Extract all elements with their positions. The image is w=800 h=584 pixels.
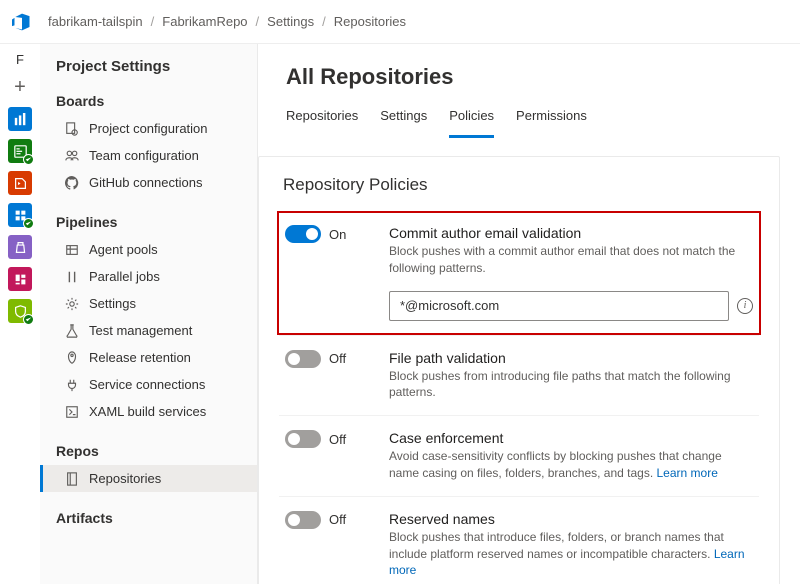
breadcrumb-item[interactable]: Repositories <box>334 14 406 29</box>
learn-more-link[interactable]: Learn more <box>657 466 718 480</box>
email-pattern-input[interactable] <box>389 291 729 321</box>
sidebar-item-team-configuration[interactable]: Team configuration <box>40 142 257 169</box>
sidebar-group-heading: Boards <box>56 93 241 109</box>
toggle-file-path-validation[interactable] <box>285 350 321 368</box>
sidebar-title: Project Settings <box>56 58 241 75</box>
sidebar-item-xaml-build-services[interactable]: XAML build services <box>40 398 257 425</box>
github-icon <box>64 175 79 190</box>
policy-title: Case enforcement <box>389 430 753 446</box>
testplans-icon[interactable] <box>8 139 32 163</box>
sidebar-item-label: GitHub connections <box>89 175 202 190</box>
policy-title: Commit author email validation <box>389 225 753 241</box>
toggle-label: On <box>329 227 346 242</box>
toggle-reserved-names[interactable] <box>285 511 321 529</box>
sidebar-group-heading: Pipelines <box>56 214 241 230</box>
sidebar-item-release-retention[interactable]: Release retention <box>40 344 257 371</box>
toggle-label: Off <box>329 432 346 447</box>
tab-repositories[interactable]: Repositories <box>286 102 358 138</box>
sidebar-item-label: Parallel jobs <box>89 269 160 284</box>
page-title: All Repositories <box>286 64 772 90</box>
pool-icon <box>64 242 79 257</box>
shield-icon[interactable] <box>8 299 32 323</box>
gear-icon <box>64 296 79 311</box>
toggle-label: Off <box>329 351 346 366</box>
toggle-case-enforcement[interactable] <box>285 430 321 448</box>
sidebar-item-parallel-jobs[interactable]: Parallel jobs <box>40 263 257 290</box>
plug-icon <box>64 377 79 392</box>
office-icon[interactable] <box>8 171 32 195</box>
main: All Repositories Repositories Settings P… <box>258 44 800 584</box>
toggle-commit-author-email[interactable] <box>285 225 321 243</box>
boards-icon[interactable] <box>8 107 32 131</box>
policy-description: Block pushes from introducing file paths… <box>389 368 753 402</box>
sidebar-item-settings[interactable]: Settings <box>40 290 257 317</box>
policy-file-path-validation: Off File path validation Block pushes fr… <box>279 335 759 416</box>
sidebar-item-repositories[interactable]: Repositories <box>40 465 257 492</box>
sidebar-item-label: Test management <box>89 323 192 338</box>
breadcrumb-item[interactable]: Settings <box>267 14 314 29</box>
sidebar-item-label: Service connections <box>89 377 205 392</box>
tab-permissions[interactable]: Permissions <box>516 102 587 138</box>
sidebar: Project Settings Boards Project configur… <box>40 44 258 584</box>
xaml-icon <box>64 404 79 419</box>
doc-settings-icon <box>64 121 79 136</box>
tab-policies[interactable]: Policies <box>449 102 494 138</box>
sidebar-item-label: Settings <box>89 296 136 311</box>
sidebar-group-heading: Artifacts <box>56 510 241 526</box>
policy-description: Block pushes with a commit author email … <box>389 243 753 277</box>
sidebar-item-label: Team configuration <box>89 148 199 163</box>
repository-policies-panel: Repository Policies On Commit author ema… <box>258 156 780 584</box>
sidebar-item-label: XAML build services <box>89 404 206 419</box>
plus-icon[interactable]: + <box>8 75 32 99</box>
sidebar-group-heading: Repos <box>56 443 241 459</box>
breadcrumb-item[interactable]: fabrikam-tailspin <box>48 14 143 29</box>
sidebar-item-test-management[interactable]: Test management <box>40 317 257 344</box>
policy-commit-author-email-validation: On Commit author email validation Block … <box>277 211 761 335</box>
parallel-icon <box>64 269 79 284</box>
breadcrumb-item[interactable]: FabrikamRepo <box>162 14 247 29</box>
team-icon <box>64 148 79 163</box>
policy-title: File path validation <box>389 350 753 366</box>
sidebar-item-label: Repositories <box>89 471 161 486</box>
sidebar-item-label: Agent pools <box>89 242 158 257</box>
azure-devops-logo-icon[interactable] <box>8 8 36 36</box>
breadcrumb: fabrikam-tailspin / FabrikamRepo / Setti… <box>48 14 406 29</box>
dashboards-icon[interactable] <box>8 267 32 291</box>
toggle-label: Off <box>329 512 346 527</box>
top-bar: fabrikam-tailspin / FabrikamRepo / Setti… <box>0 0 800 44</box>
repos-icon[interactable] <box>8 203 32 227</box>
sidebar-item-project-configuration[interactable]: Project configuration <box>40 115 257 142</box>
project-avatar[interactable]: F <box>16 52 24 67</box>
tab-settings[interactable]: Settings <box>380 102 427 138</box>
info-icon[interactable]: i <box>737 298 753 314</box>
policy-description: Block pushes that introduce files, folde… <box>389 529 753 579</box>
rocket-icon <box>64 350 79 365</box>
nav-rail: F + <box>0 44 40 584</box>
repo-icon <box>64 471 79 486</box>
sidebar-item-label: Release retention <box>89 350 191 365</box>
policy-title: Reserved names <box>389 511 753 527</box>
panel-title: Repository Policies <box>283 175 759 195</box>
policy-description: Avoid case-sensitivity conflicts by bloc… <box>389 448 753 482</box>
artifacts-icon[interactable] <box>8 235 32 259</box>
sidebar-item-github-connections[interactable]: GitHub connections <box>40 169 257 196</box>
sidebar-item-service-connections[interactable]: Service connections <box>40 371 257 398</box>
sidebar-item-agent-pools[interactable]: Agent pools <box>40 236 257 263</box>
policy-reserved-names: Off Reserved names Block pushes that int… <box>279 496 759 584</box>
policy-case-enforcement: Off Case enforcement Avoid case-sensitiv… <box>279 415 759 496</box>
sidebar-item-label: Project configuration <box>89 121 208 136</box>
tabs: Repositories Settings Policies Permissio… <box>286 102 772 138</box>
flask-icon <box>64 323 79 338</box>
